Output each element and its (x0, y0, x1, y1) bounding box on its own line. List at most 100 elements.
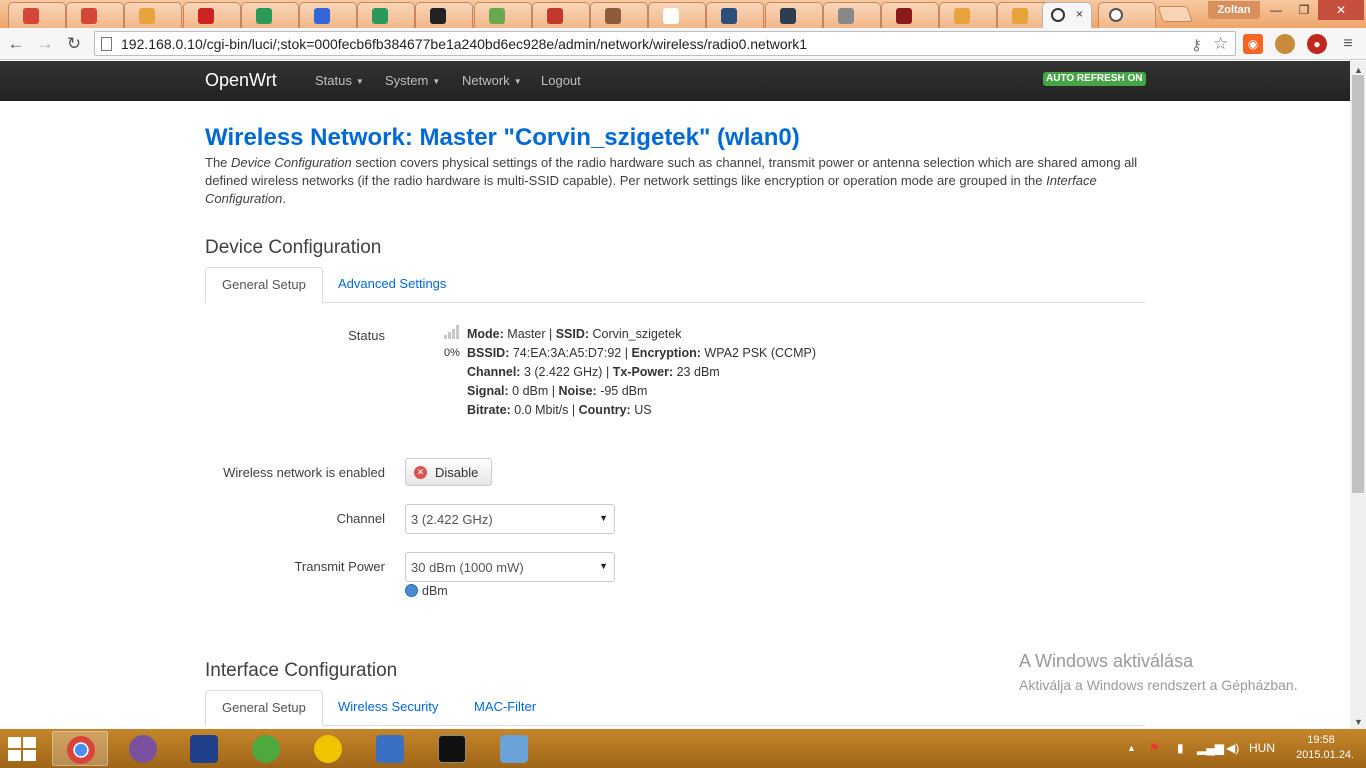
key-icon[interactable]: ⚷ (1191, 36, 1202, 54)
browser-tab[interactable] (299, 2, 357, 28)
tab-wireless-security[interactable]: Wireless Security (322, 690, 454, 726)
clock[interactable]: 19:58 2015.01.24. (1296, 733, 1354, 763)
browser-tab[interactable] (648, 2, 707, 28)
browser-tab[interactable] (473, 2, 532, 28)
menu-status[interactable]: Status ▼ (315, 73, 364, 88)
disable-icon: ✕ (414, 466, 427, 479)
tab-favicon-icon (605, 8, 621, 24)
channel-label: Channel (336, 511, 385, 526)
tab-general-setup[interactable]: General Setup (205, 267, 323, 304)
taskbar-control-panel[interactable] (486, 731, 542, 766)
action-center-flag-icon[interactable]: ⚑ (1149, 741, 1160, 755)
browser-tab[interactable] (240, 2, 299, 28)
tab-favicon-icon (721, 8, 738, 24)
wifi-signal-icon[interactable]: ▂▄▆ (1197, 741, 1224, 755)
forward-arrow-icon[interactable]: → (33, 32, 57, 56)
transmit-power-select[interactable]: 30 dBm (1000 mW) ▼ (405, 552, 615, 582)
language-indicator[interactable]: HUN (1249, 741, 1275, 755)
scroll-up-icon[interactable]: ▲ (1354, 65, 1363, 75)
volume-icon[interactable]: ◀) (1226, 741, 1239, 755)
menu-system[interactable]: System ▼ (385, 73, 440, 88)
utorrent-icon (252, 735, 280, 763)
address-bar[interactable]: 192.168.0.10/cgi-bin/luci/;stok=000fecb6… (94, 31, 1236, 56)
new-tab-button[interactable] (1157, 6, 1193, 22)
url-text[interactable]: 192.168.0.10/cgi-bin/luci/;stok=000fecb6… (121, 36, 807, 52)
browser-tab[interactable] (8, 2, 66, 28)
adblock-icon[interactable]: ● (1307, 34, 1327, 54)
browser-tab[interactable] (590, 2, 648, 28)
browser-tab[interactable] (531, 2, 590, 28)
menu-logout[interactable]: Logout (541, 73, 581, 88)
rss-icon[interactable]: ◉ (1243, 34, 1263, 54)
bookmark-star-icon[interactable]: ☆ (1213, 34, 1228, 54)
browser-tab-active[interactable]: × (1042, 2, 1092, 28)
browser-tab[interactable] (706, 2, 765, 28)
close-tab-icon[interactable]: × (1076, 7, 1083, 21)
battery-icon[interactable]: ▮ (1177, 741, 1184, 755)
scroll-thumb[interactable] (1352, 75, 1364, 493)
scroll-down-icon[interactable]: ▼ (1354, 717, 1363, 727)
browser-tab[interactable] (66, 2, 125, 28)
floppy-icon (190, 735, 218, 763)
tab-advanced-settings[interactable]: Advanced Settings (322, 267, 462, 303)
browser-tab[interactable] (1098, 2, 1156, 28)
taskbar-sync-app[interactable] (300, 731, 356, 766)
browser-tab[interactable] (822, 2, 881, 28)
status-details: Mode: Master | SSID: Corvin_szigetek BSS… (467, 327, 816, 417)
network-computers-icon (376, 735, 404, 763)
tab-mac-filter[interactable]: MAC-Filter (458, 690, 552, 726)
profile-name[interactable]: Zoltan (1208, 1, 1260, 19)
reload-icon[interactable]: ↻ (62, 32, 86, 56)
hint-text: dBm (422, 584, 448, 598)
transmit-power-hint: dBm (405, 584, 448, 598)
back-arrow-icon[interactable]: ← (4, 32, 28, 56)
taskbar-cmd[interactable] (424, 731, 480, 766)
signal-strength-icon (444, 325, 460, 339)
sync-icon (314, 735, 342, 763)
status-label: Status (348, 328, 385, 343)
description-text: The (205, 155, 232, 170)
menu-network[interactable]: Network ▼ (462, 73, 522, 88)
tab-favicon-icon (896, 8, 912, 24)
menu-icon[interactable]: ≡ (1338, 34, 1358, 54)
taskbar-viber[interactable] (115, 731, 171, 766)
signal-percent: 0% (444, 347, 460, 359)
transmit-power-value: 30 dBm (1000 mW) (411, 560, 524, 575)
dropdown-arrow-icon: ▼ (599, 513, 608, 523)
taskbar-utorrent[interactable] (238, 731, 294, 766)
auto-refresh-badge[interactable]: AUTO REFRESH ON (1043, 72, 1146, 86)
browser-tab[interactable] (182, 2, 241, 28)
tab-general-setup[interactable]: General Setup (205, 690, 323, 727)
taskbar-save-app[interactable] (176, 731, 232, 766)
tray-expand-icon[interactable]: ▲ (1127, 743, 1136, 753)
menu-label: Logout (541, 73, 581, 88)
cookie-icon[interactable] (1275, 34, 1295, 54)
browser-tab[interactable] (415, 2, 474, 28)
caret-down-icon: ▼ (513, 77, 522, 87)
browser-tab[interactable] (357, 2, 416, 28)
minimize-button[interactable]: — (1262, 0, 1290, 20)
tab-favicon-icon (314, 8, 330, 24)
windows-taskbar: ▲ ⚑ ▮ ▂▄▆ ◀) HUN 19:58 2015.01.24. (0, 729, 1366, 768)
tab-favicon-icon (954, 8, 971, 24)
command-prompt-icon (438, 735, 466, 763)
tab-favicon-icon (546, 8, 563, 24)
tab-favicon-icon (372, 8, 389, 24)
taskbar-chrome[interactable] (52, 731, 108, 766)
browser-tab[interactable] (939, 2, 998, 28)
browser-tab[interactable] (124, 2, 183, 28)
close-window-button[interactable]: ✕ (1318, 0, 1364, 20)
maximize-button[interactable]: ❐ (1290, 0, 1318, 20)
interface-config-heading: Interface Configuration (205, 660, 398, 681)
openwrt-navbar: OpenWrt Status ▼ System ▼ Network ▼ Logout … (0, 61, 1350, 101)
browser-tab[interactable] (764, 2, 823, 28)
start-button-icon[interactable] (8, 737, 38, 761)
menu-label: Status (315, 73, 352, 88)
disable-button[interactable]: ✕ Disable (405, 458, 492, 486)
brand-logo[interactable]: OpenWrt (205, 70, 277, 91)
taskbar-network-app[interactable] (362, 731, 418, 766)
page-scrollbar[interactable]: ▲ ▼ (1350, 61, 1366, 729)
browser-tab[interactable] (881, 2, 939, 28)
tab-favicon-icon (430, 8, 447, 24)
channel-select[interactable]: 3 (2.422 GHz) ▼ (405, 504, 615, 534)
